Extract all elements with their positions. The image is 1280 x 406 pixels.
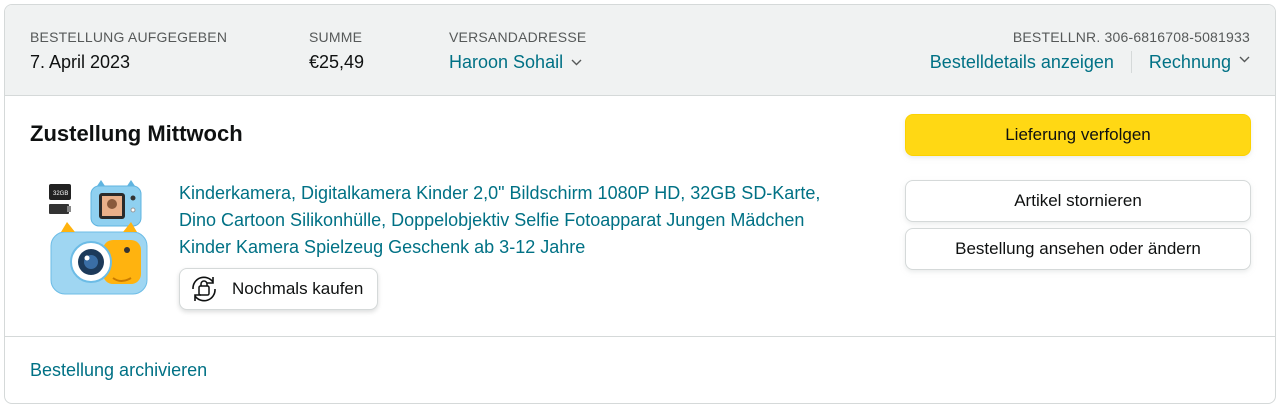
order-details-link[interactable]: Bestelldetails anzeigen bbox=[930, 49, 1114, 75]
sd-card-text: 32GB bbox=[53, 191, 68, 197]
order-card: BESTELLUNG AUFGEGEBEN 7. April 2023 SUMM… bbox=[4, 4, 1276, 404]
view-edit-order-button[interactable]: Bestellung ansehen oder ändern bbox=[905, 228, 1251, 270]
product-image[interactable]: 32GB bbox=[47, 180, 157, 300]
product-title-link[interactable]: Kinderkamera, Digitalkamera Kinder 2,0" … bbox=[179, 180, 859, 261]
order-links: Bestelldetails anzeigen Rechnung bbox=[930, 49, 1250, 75]
invoice-link[interactable]: Rechnung bbox=[1149, 49, 1231, 75]
delivery-status: Zustellung Mittwoch bbox=[30, 121, 243, 146]
order-placed-date: 7. April 2023 bbox=[30, 52, 131, 72]
ship-to-label: VERSANDADRESSE bbox=[449, 29, 587, 45]
chevron-down-icon[interactable] bbox=[1239, 47, 1250, 73]
order-total-value: €25,49 bbox=[309, 52, 365, 72]
link-divider bbox=[1130, 51, 1132, 73]
order-total-label: SUMME bbox=[309, 29, 363, 45]
ship-to-name[interactable]: Haroon Sohail bbox=[449, 52, 563, 72]
chevron-down-icon[interactable] bbox=[571, 50, 582, 76]
buy-again-label: Nochmals kaufen bbox=[232, 279, 364, 298]
order-header: BESTELLUNG AUFGEGEBEN 7. April 2023 SUMM… bbox=[5, 5, 1275, 96]
buy-again-icon bbox=[184, 272, 224, 306]
ship-to-section: VERSANDADRESSE Haroon Sohail bbox=[449, 27, 586, 78]
track-package-button[interactable]: Lieferung verfolgen bbox=[905, 114, 1251, 156]
archive-order-link[interactable]: Bestellung archivieren bbox=[30, 357, 207, 383]
cancel-items-button[interactable]: Artikel stornieren bbox=[905, 180, 1251, 222]
order-placed-label: BESTELLUNG AUFGEGEBEN bbox=[30, 29, 228, 45]
shipment-section: Zustellung Mittwoch 32GB Kinderkamera, D… bbox=[5, 96, 1275, 337]
order-number: BESTELLNR. 306-6816708-5081933 bbox=[1012, 29, 1250, 45]
order-placed-section: BESTELLUNG AUFGEGEBEN 7. April 2023 bbox=[30, 27, 227, 75]
order-number-section: BESTELLNR. 306-6816708-5081933 Bestellde… bbox=[930, 27, 1250, 75]
buy-again-button[interactable]: Nochmals kaufen bbox=[179, 268, 379, 310]
order-total-section: SUMME €25,49 bbox=[309, 27, 364, 75]
ship-to-dropdown[interactable]: Haroon Sohail bbox=[449, 49, 586, 78]
